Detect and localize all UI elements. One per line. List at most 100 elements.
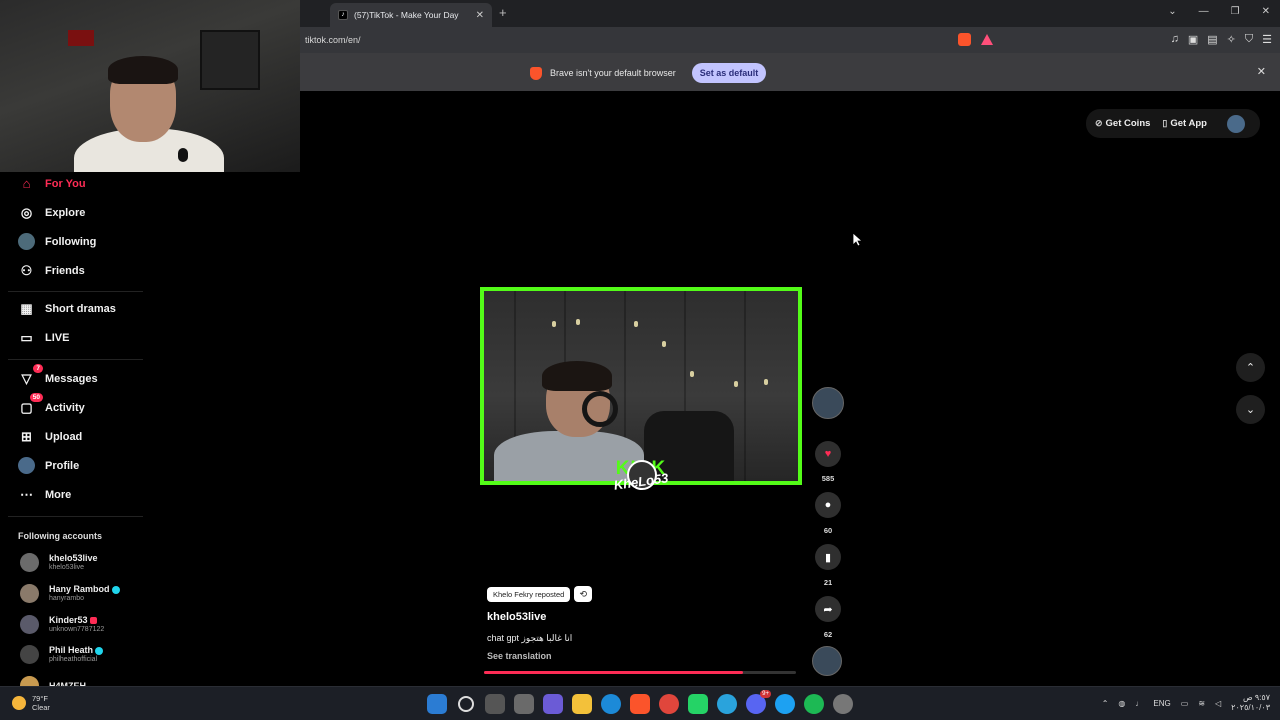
sidebar-item-friends[interactable]: ⚇ Friends (18, 262, 85, 279)
new-tab-icon[interactable]: + (499, 5, 507, 20)
sidebar-item-live[interactable]: ▭ LIVE (18, 329, 69, 346)
webcam-background-object (68, 30, 94, 46)
sidebar-item-label: More (45, 488, 72, 501)
menu-icon[interactable]: ☰ (1262, 33, 1272, 46)
following-account[interactable]: Hany Rambod hanyrambo (20, 584, 120, 603)
live-tv-icon: ▭ (20, 329, 33, 345)
brave-logo-icon (530, 66, 542, 80)
restore-icon[interactable]: ❐ (1231, 6, 1240, 17)
weather-condition: Clear (32, 703, 50, 712)
leo-ai-icon[interactable]: ✧ (1227, 33, 1236, 46)
header-actions: ⊘ Get Coins ▯ Get App (1086, 109, 1260, 138)
file-explorer-icon[interactable] (572, 694, 592, 714)
browser-tab[interactable]: ♪ (57)TikTok - Make Your Day ✕ (330, 3, 492, 27)
video-progress-bar[interactable] (484, 671, 796, 674)
music-disc-avatar[interactable] (812, 646, 842, 676)
edge-icon[interactable] (601, 694, 621, 714)
discord-badge: 9+ (760, 690, 771, 698)
wallet-icon[interactable]: ▤ (1207, 33, 1217, 46)
share-button[interactable]: ➦ (815, 596, 841, 622)
microphone-icon[interactable]: ♩ (1135, 699, 1143, 708)
sidebar-toggle-icon[interactable]: ▣ (1188, 33, 1198, 46)
get-coins-button[interactable]: ⊘ Get Coins (1095, 118, 1150, 129)
language-indicator[interactable]: ENG (1153, 699, 1170, 708)
infobar-close-icon[interactable]: ✕ (1257, 65, 1266, 78)
following-account[interactable]: Kinder53 unknown7787122 (20, 615, 104, 634)
set-as-default-button[interactable]: Set as default (691, 63, 767, 83)
windows-start-icon[interactable] (427, 694, 447, 714)
following-account[interactable]: Phil Heath philheathofficial (20, 645, 104, 664)
vpn-shield-icon[interactable]: ⛉ (1245, 33, 1253, 46)
user-avatar[interactable] (1226, 114, 1245, 133)
sidebar-item-following[interactable]: Following (18, 233, 96, 250)
chevron-down-icon[interactable]: ⌄ (1168, 6, 1176, 17)
paper-plane-icon: ▽ 7 (18, 364, 43, 387)
minimize-icon[interactable]: — (1199, 6, 1209, 17)
sidebar-item-messages[interactable]: ▽ 7 Messages (18, 364, 98, 387)
share-count: 62 (823, 630, 833, 639)
app-icon[interactable] (775, 694, 795, 714)
brave-browser-icon[interactable] (630, 694, 650, 714)
clock[interactable]: ٩:٥٧ ص ٢٠٢٥/١٠/٠٣ (1231, 693, 1270, 713)
verified-badge-icon (111, 585, 120, 594)
telegram-icon[interactable] (717, 694, 737, 714)
url-field[interactable]: tiktok.com/en/ (305, 35, 361, 45)
system-tray: ⌃ ◍ ♩ ENG ▭ ≋ ◁ ٩:٥٧ ص ٢٠٢٥/١٠/٠٣ (1102, 693, 1270, 713)
taskbar-apps: 9+ (427, 690, 853, 714)
store-icon[interactable] (514, 694, 534, 714)
display-icon[interactable]: ▭ (1181, 699, 1189, 708)
tab-close-icon[interactable]: ✕ (476, 10, 484, 21)
previous-video-button[interactable]: ⌃ (1236, 353, 1265, 382)
copilot-icon[interactable] (543, 694, 563, 714)
sidebar-item-activity[interactable]: ▢ 50 Activity (18, 393, 85, 416)
sidebar-item-more[interactable]: ⋯ More (18, 486, 71, 503)
bookmark-button[interactable]: ▮ (815, 544, 841, 570)
sidebar-divider (8, 291, 143, 292)
discord-icon[interactable]: 9+ (746, 690, 771, 714)
sidebar-item-explore[interactable]: ◎ Explore (18, 204, 86, 221)
network-icon[interactable]: ◍ (1118, 699, 1125, 708)
sidebar-item-profile[interactable]: Profile (18, 457, 79, 474)
like-count: 585 (821, 474, 835, 483)
kick-watermark: KICK KheLo53 (593, 458, 689, 514)
weather-widget[interactable]: 79°F Clear (12, 694, 50, 712)
sidebar-item-label: Short dramas (45, 302, 116, 315)
account-name: Kinder53 (49, 615, 88, 625)
get-app-button[interactable]: ▯ Get App (1162, 118, 1207, 129)
search-icon[interactable] (458, 696, 474, 712)
settings-icon[interactable] (833, 694, 853, 714)
brave-shields-icon[interactable] (958, 33, 971, 46)
tab-title: (57)TikTok - Make Your Day (354, 10, 459, 20)
task-view-icon[interactable] (485, 694, 505, 714)
like-button[interactable]: ♥ (815, 441, 841, 467)
sidebar-item-for-you[interactable]: ⌂ For You (18, 175, 86, 192)
brave-rewards-icon[interactable] (981, 34, 993, 45)
creator-avatar[interactable] (812, 387, 844, 419)
next-video-button[interactable]: ⌄ (1236, 395, 1265, 424)
sidebar-item-upload[interactable]: ⊞ Upload (18, 428, 82, 445)
following-account[interactable]: khelo53live khelo53live (20, 553, 98, 572)
save-count: 21 (823, 578, 833, 587)
wifi-icon[interactable]: ≋ (1198, 699, 1205, 708)
microphone (178, 148, 188, 162)
volume-icon[interactable]: ◁ (1215, 699, 1221, 708)
music-note-icon[interactable]: ♫ (1171, 33, 1179, 46)
account-name: khelo53live (49, 553, 98, 563)
repost-icon: ⟲ (574, 586, 593, 602)
whatsapp-icon[interactable] (688, 694, 708, 714)
chevron-up-icon[interactable]: ⌃ (1102, 699, 1109, 708)
video-author[interactable]: khelo53live (487, 611, 546, 623)
chrome-icon[interactable] (659, 694, 679, 714)
tiktok-favicon-icon: ♪ (338, 10, 348, 20)
see-translation-link[interactable]: See translation (487, 651, 552, 661)
sidebar-item-label: Activity (45, 401, 85, 414)
coin-icon: ⊘ (1095, 118, 1103, 128)
following-accounts-title: Following accounts (18, 531, 103, 541)
sidebar-item-short-dramas[interactable]: ▦ Short dramas (18, 300, 116, 317)
comment-button[interactable]: ● (815, 492, 841, 518)
sidebar-item-label: Following (45, 235, 97, 248)
comment-icon: ● (824, 499, 832, 511)
video-player[interactable] (480, 287, 802, 485)
spotify-icon[interactable] (804, 694, 824, 714)
close-window-icon[interactable]: ✕ (1262, 6, 1270, 17)
